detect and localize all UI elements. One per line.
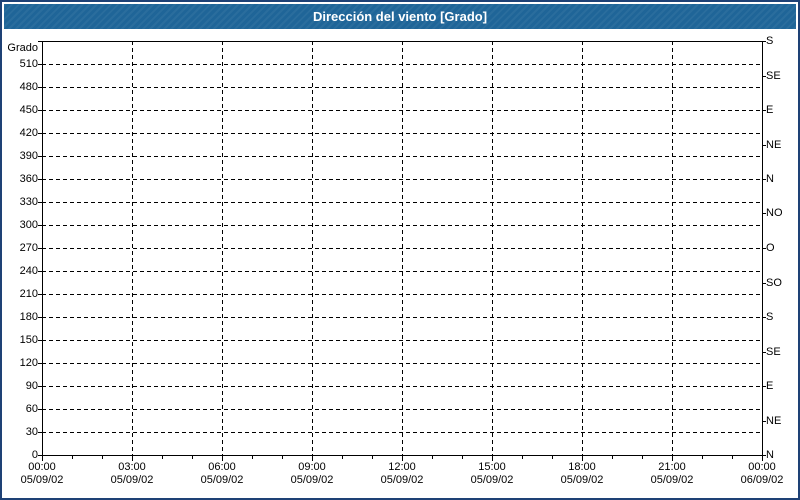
chart-window: Dirección del viento [Grado] [0,0,800,500]
chart-title: Dirección del viento [Grado] [312,9,488,24]
chart-title-bar: Dirección del viento [Grado] [4,4,796,29]
